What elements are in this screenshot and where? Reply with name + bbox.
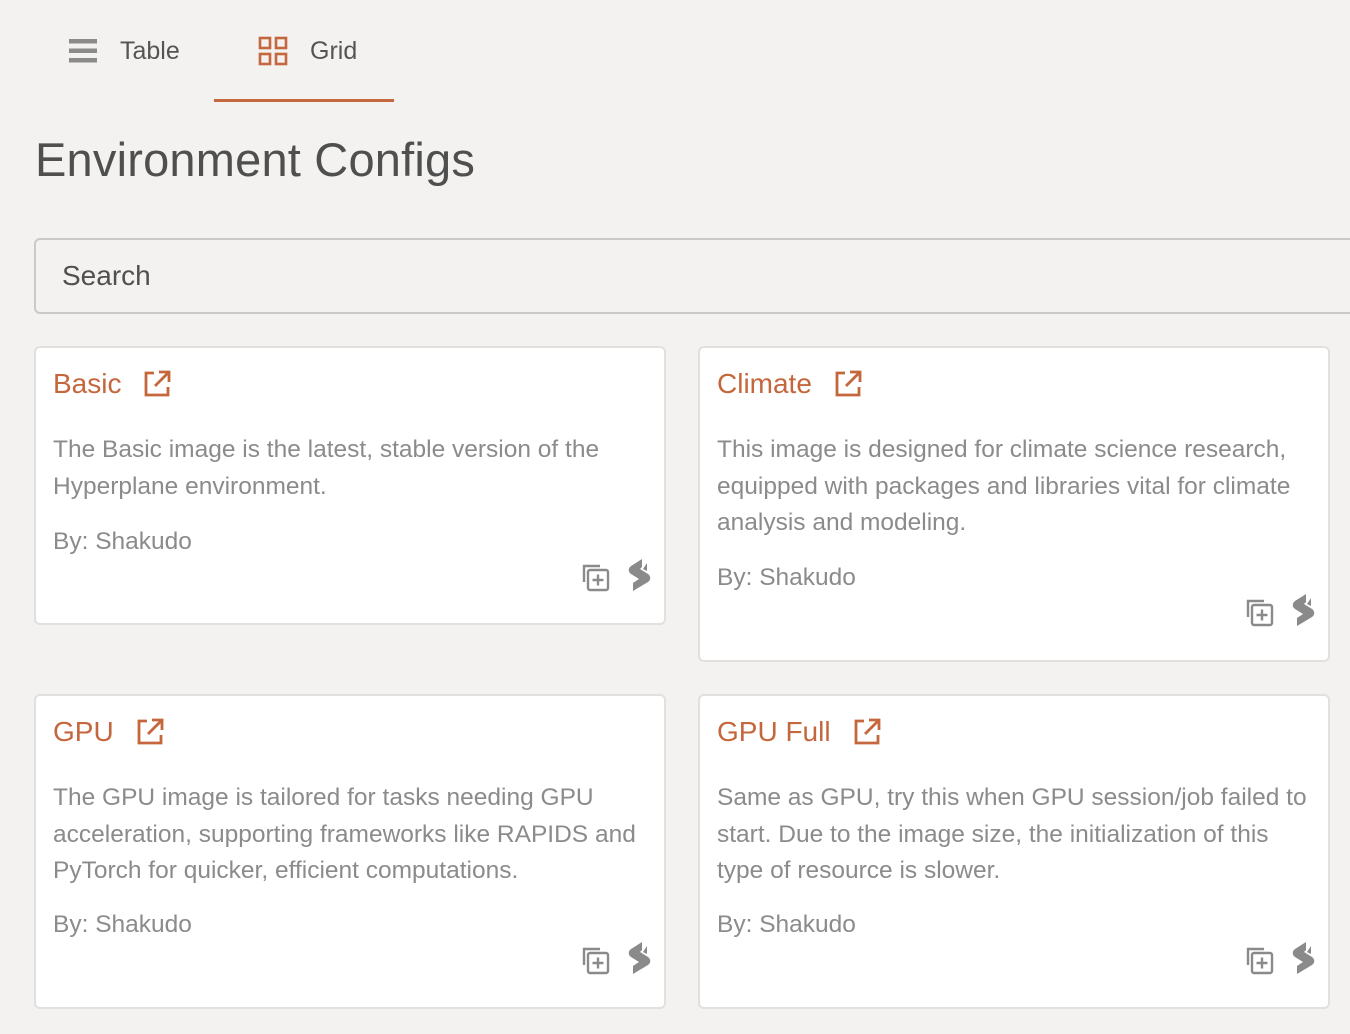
config-card-basic: Basic The Basic image is the latest, sta… xyxy=(34,346,666,625)
shakudo-logo-icon[interactable] xyxy=(1290,941,1318,979)
card-title-link[interactable]: GPU Full xyxy=(717,716,883,748)
search-field[interactable] xyxy=(34,238,1350,314)
copy-plus-icon[interactable] xyxy=(578,560,612,594)
external-link-icon[interactable] xyxy=(832,368,864,400)
card-title[interactable]: Climate xyxy=(717,368,812,400)
card-description: This image is designed for climate scien… xyxy=(717,436,1291,536)
copy-plus-icon[interactable] xyxy=(578,943,612,977)
card-author: By: Shakudo xyxy=(53,528,192,555)
card-title-link[interactable]: GPU xyxy=(53,716,166,748)
shakudo-logo-icon[interactable] xyxy=(626,941,654,979)
config-card-gpu: GPU The GPU image is tailored for tasks … xyxy=(34,694,666,1009)
card-actions xyxy=(1242,941,1318,979)
card-description: Same as GPU, try this when GPU session/j… xyxy=(717,784,1307,884)
card-title[interactable]: Basic xyxy=(53,368,121,400)
page-title: Environment Configs xyxy=(35,133,476,186)
shakudo-logo-icon[interactable] xyxy=(1290,593,1318,631)
search-input[interactable] xyxy=(36,240,1350,312)
list-icon xyxy=(69,39,97,63)
grid-icon xyxy=(258,36,288,66)
view-tabs: Table Grid xyxy=(34,0,394,102)
card-author: By: Shakudo xyxy=(53,911,192,938)
card-actions xyxy=(1242,593,1318,631)
card-title-link[interactable]: Climate xyxy=(717,368,864,400)
tab-table[interactable]: Table xyxy=(34,0,214,102)
card-title[interactable]: GPU xyxy=(53,716,114,748)
card-description: The GPU image is tailored for tasks need… xyxy=(53,784,636,884)
external-link-icon[interactable] xyxy=(851,716,883,748)
external-link-icon[interactable] xyxy=(134,716,166,748)
card-actions xyxy=(578,558,654,596)
tab-grid-label: Grid xyxy=(310,36,358,65)
external-link-icon[interactable] xyxy=(141,368,173,400)
card-author: By: Shakudo xyxy=(717,911,856,938)
card-author: By: Shakudo xyxy=(717,564,856,591)
config-card-climate: Climate This image is designed for clima… xyxy=(698,346,1330,662)
copy-plus-icon[interactable] xyxy=(1242,943,1276,977)
card-title-link[interactable]: Basic xyxy=(53,368,173,400)
card-actions xyxy=(578,941,654,979)
tab-table-label: Table xyxy=(120,36,180,65)
config-card-gpu-full: GPU Full Same as GPU, try this when GPU … xyxy=(698,694,1330,1009)
shakudo-logo-icon[interactable] xyxy=(626,558,654,596)
tab-grid[interactable]: Grid xyxy=(214,0,394,102)
card-title[interactable]: GPU Full xyxy=(717,716,831,748)
copy-plus-icon[interactable] xyxy=(1242,595,1276,629)
card-description: The Basic image is the latest, stable ve… xyxy=(53,436,600,500)
